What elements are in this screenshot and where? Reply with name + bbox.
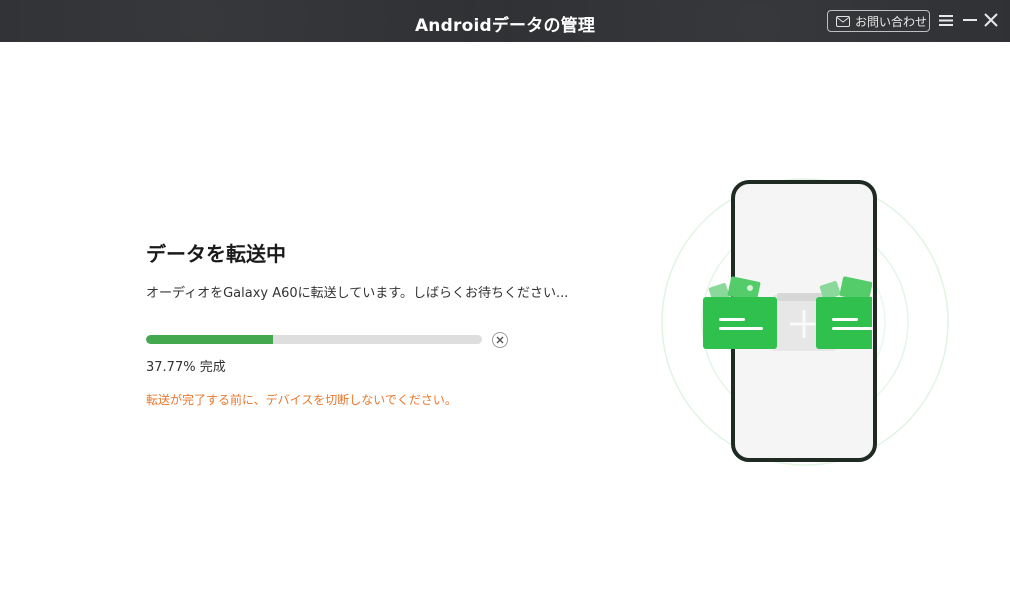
mail-icon	[836, 15, 850, 27]
menu-icon[interactable]	[937, 11, 955, 29]
complete-label: 完成	[199, 360, 226, 375]
disconnect-warning: 転送が完了する前に、デバイスを切断しないでください。	[146, 393, 457, 407]
contact-label: お問い合わせ	[855, 14, 928, 29]
cancel-icon	[496, 336, 504, 344]
contact-button[interactable]: お問い合わせ	[827, 10, 930, 32]
cancel-transfer-button[interactable]	[492, 332, 508, 348]
progress-percent-row: 37.77% 完成	[146, 356, 226, 375]
progress-fill	[146, 335, 273, 344]
minimize-icon[interactable]	[961, 11, 979, 29]
folder-icon-right	[816, 276, 872, 349]
progress-bar	[146, 335, 482, 344]
progress-percent: 37.77%	[146, 360, 196, 375]
transfer-heading: データを転送中	[146, 242, 286, 266]
title-bar: Androidデータの管理 お問い合わせ	[0, 0, 1010, 42]
close-icon[interactable]	[982, 11, 1000, 29]
phone-transfer-illustration	[661, 178, 949, 466]
transfer-status: オーディオをGalaxy A60に転送しています。しばらくお待ちください...	[146, 286, 569, 301]
